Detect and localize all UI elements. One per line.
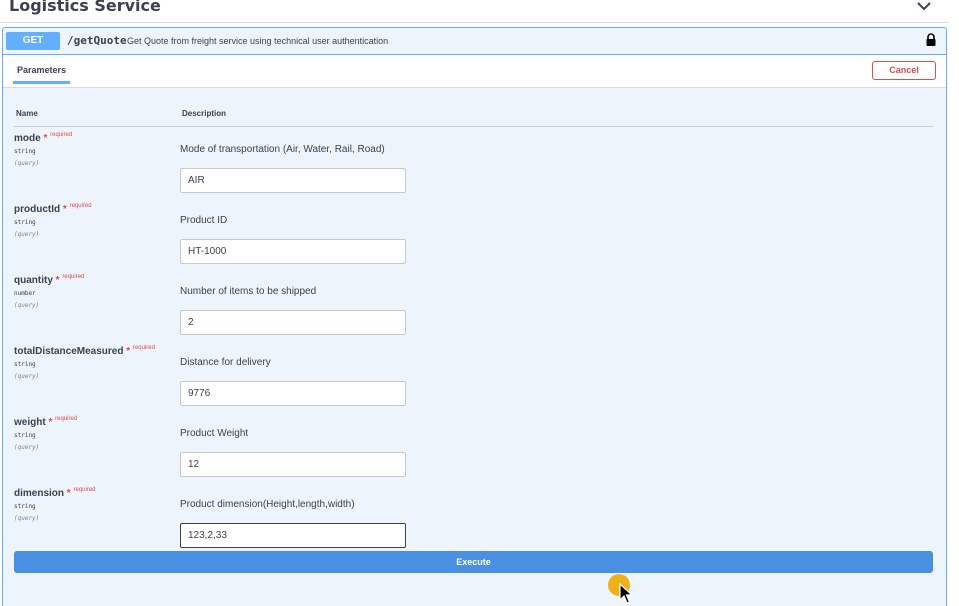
param-name: quantity * required bbox=[14, 274, 85, 286]
operation-summary[interactable]: GET /getQuote Get Quote from freight ser… bbox=[3, 28, 946, 55]
section-header[interactable]: Logistics Service bbox=[0, 0, 949, 23]
productid-input[interactable] bbox=[180, 239, 406, 264]
parameters-tabbar: Parameters Cancel bbox=[3, 55, 946, 88]
param-name: productId * required bbox=[14, 203, 92, 215]
column-header-description: Description bbox=[182, 109, 227, 118]
param-description: Number of items to be shipped bbox=[180, 286, 317, 297]
lock-icon[interactable] bbox=[925, 33, 937, 47]
param-row-productid: productId * required string (query) Prod… bbox=[14, 203, 934, 275]
param-type: number bbox=[14, 290, 36, 297]
quantity-input[interactable] bbox=[180, 310, 406, 335]
param-description: Mode of transportation (Air, Water, Rail… bbox=[180, 144, 385, 155]
dimension-input[interactable] bbox=[180, 523, 406, 548]
param-row-quantity: quantity * required number (query) Numbe… bbox=[14, 274, 934, 346]
param-location: (query) bbox=[14, 515, 40, 522]
param-location: (query) bbox=[14, 160, 40, 167]
method-badge: GET bbox=[6, 32, 60, 50]
execute-button[interactable]: Execute bbox=[14, 551, 933, 573]
param-description: Distance for delivery bbox=[180, 357, 271, 368]
param-row-weight: weight * required string (query) Product… bbox=[14, 416, 934, 488]
mouse-pointer-icon bbox=[619, 583, 633, 604]
param-row-totaldistance: totalDistanceMeasured * required string … bbox=[14, 345, 934, 417]
param-type: string bbox=[14, 148, 36, 155]
operation-description: Get Quote from freight service using tec… bbox=[127, 36, 389, 46]
column-header-name: Name bbox=[16, 109, 38, 118]
cancel-button[interactable]: Cancel bbox=[872, 61, 936, 80]
param-type: string bbox=[14, 503, 36, 510]
param-type: string bbox=[14, 361, 36, 368]
param-type: string bbox=[14, 219, 36, 226]
chevron-down-icon[interactable] bbox=[915, 0, 933, 12]
param-description: Product Weight bbox=[180, 428, 249, 439]
param-description: Product dimension(Height,length,width) bbox=[180, 499, 355, 510]
param-row-dimension: dimension * required string (query) Prod… bbox=[14, 487, 934, 559]
param-name: dimension * required bbox=[14, 487, 96, 499]
param-name: weight * required bbox=[14, 416, 78, 428]
param-name: totalDistanceMeasured * required bbox=[14, 345, 155, 357]
param-location: (query) bbox=[14, 302, 40, 309]
param-name: mode * required bbox=[14, 132, 73, 144]
mode-input[interactable] bbox=[180, 168, 406, 193]
header-divider bbox=[14, 126, 933, 127]
section-title: Logistics Service bbox=[9, 0, 161, 15]
param-description: Product ID bbox=[180, 215, 228, 226]
param-location: (query) bbox=[14, 373, 40, 380]
param-row-mode: mode * required string (query) Mode of t… bbox=[14, 132, 934, 204]
operation-path: /getQuote bbox=[67, 34, 127, 47]
param-location: (query) bbox=[14, 444, 40, 451]
tab-parameters[interactable]: Parameters bbox=[13, 65, 71, 84]
param-type: string bbox=[14, 432, 36, 439]
totaldistance-input[interactable] bbox=[180, 381, 406, 406]
weight-input[interactable] bbox=[180, 452, 406, 477]
param-location: (query) bbox=[14, 231, 40, 238]
